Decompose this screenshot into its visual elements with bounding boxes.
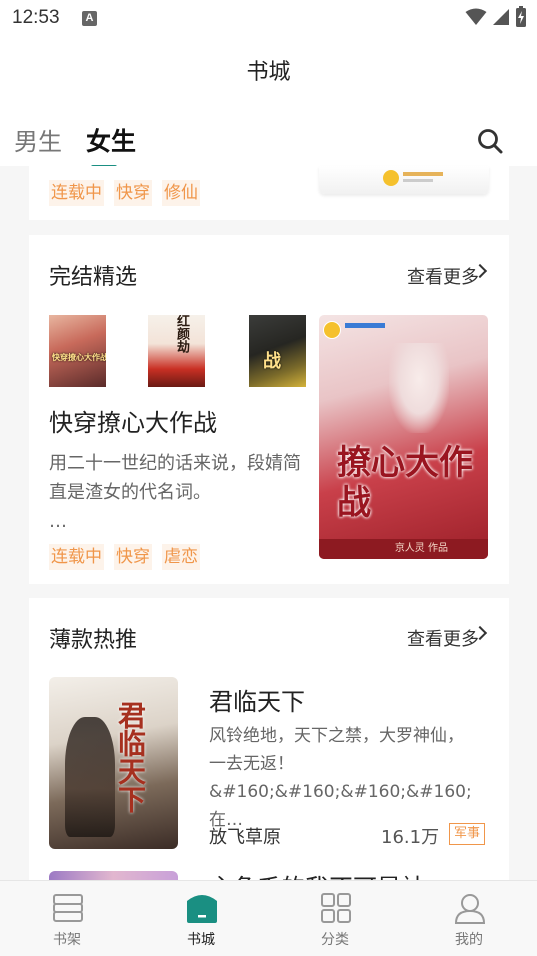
word-count: 16.1万: [381, 827, 440, 848]
section-title: 薄款热推: [49, 628, 138, 653]
section-title: 完结精选: [49, 265, 138, 290]
nav-label: 分类: [321, 932, 349, 948]
status-bar: 12:53 A: [0, 0, 537, 38]
tab-male[interactable]: 男生: [14, 122, 62, 157]
finished-section: 完结精选 查看更多 快穿撩心大作战 红颜劫 战 快穿撩心大作战 用二十一世纪的话…: [29, 235, 509, 584]
book-cover-thumb[interactable]: 红颜劫: [148, 315, 205, 387]
bookstore-icon: [187, 895, 217, 923]
book-cover-thumb[interactable]: 快穿撩心大作战: [49, 315, 106, 387]
tag: 快穿: [114, 544, 152, 570]
nav-profile[interactable]: 我的: [402, 881, 536, 956]
nav-label: 书架: [53, 932, 81, 948]
page-title: 书城: [246, 60, 291, 85]
gender-tabs: 男生 女生: [0, 100, 537, 169]
nav-label: 我的: [455, 932, 483, 948]
cover-title: 君临天下: [114, 701, 147, 813]
tab-female[interactable]: 女生: [86, 122, 136, 158]
category-badge: 军事: [449, 823, 486, 845]
publisher-mark: [345, 323, 385, 328]
profile-icon: [454, 894, 486, 924]
hot-section: 薄款热推 查看更多 君临天下 君临天下 风铃绝地，天下之禁，大罗神仙，一去无返！…: [29, 598, 509, 888]
wifi-icon: [465, 8, 487, 25]
nav-bookstore[interactable]: 书城: [134, 881, 268, 956]
category-grid-icon: [321, 893, 351, 923]
view-more-button[interactable]: 查看更多: [407, 625, 479, 651]
cover-strip: [319, 166, 489, 194]
book-title[interactable]: 君临天下: [209, 682, 305, 717]
tag: 连载中: [49, 544, 104, 570]
description-text: 用二十一世纪的话来说，段婧简直是渣女的代名词。: [49, 453, 301, 503]
cover-title: 撩心大作战: [337, 443, 473, 523]
app-header: 书城: [0, 38, 537, 100]
nav-label: 书城: [187, 932, 215, 948]
cover-illustration: [389, 343, 449, 433]
book-description: 用二十一世纪的话来说，段婧简直是渣女的代名词。 …: [49, 449, 314, 536]
description-ellipsis: …: [49, 511, 67, 532]
battery-icon: [516, 6, 526, 27]
book-description: 风铃绝地，天下之禁，大罗神仙，一去无返！&#160;&#160;&#160;&#…: [209, 726, 472, 830]
tag-list: 连载中 快穿 修仙: [49, 180, 200, 206]
publisher-mark: [403, 172, 443, 176]
publisher-mark-sub: [403, 179, 433, 182]
view-more-button[interactable]: 查看更多: [407, 263, 479, 289]
book-author: 放飞草原: [209, 827, 281, 848]
featured-book-cover[interactable]: 撩心大作战 京人灵 作品: [319, 315, 488, 559]
bottom-nav: 书架 书城 分类 我的: [0, 880, 537, 956]
tag: 快穿: [114, 180, 152, 206]
book-cover[interactable]: 君临天下: [49, 677, 178, 849]
cover-title: 红颜劫: [174, 315, 189, 353]
book-cover-thumb[interactable]: 战: [249, 315, 306, 387]
notification-icon: A: [82, 11, 97, 26]
cover-title: 快穿撩心大作战: [52, 353, 106, 362]
status-time: 12:53: [12, 7, 60, 28]
publisher-logo-icon: [323, 321, 341, 339]
search-icon[interactable]: [476, 127, 504, 155]
cover-title: 战: [263, 351, 281, 372]
book-card-partial[interactable]: 连载中 快穿 修仙: [29, 166, 509, 220]
cover-illustration: [65, 717, 115, 837]
publisher-logo-icon: [383, 170, 399, 186]
book-title[interactable]: 快穿撩心大作战: [49, 403, 217, 438]
tag: 修仙: [162, 180, 200, 206]
bookshelf-icon: [53, 894, 83, 922]
tag: 连载中: [49, 180, 104, 206]
nav-category[interactable]: 分类: [268, 881, 402, 956]
system-icons: [465, 6, 527, 28]
cover-author: 京人灵 作品: [319, 539, 488, 559]
nav-bookshelf[interactable]: 书架: [0, 881, 134, 956]
signal-icon: [493, 9, 509, 25]
tag-list: 连载中 快穿 虐恋: [49, 544, 200, 570]
tag: 虐恋: [162, 544, 200, 570]
